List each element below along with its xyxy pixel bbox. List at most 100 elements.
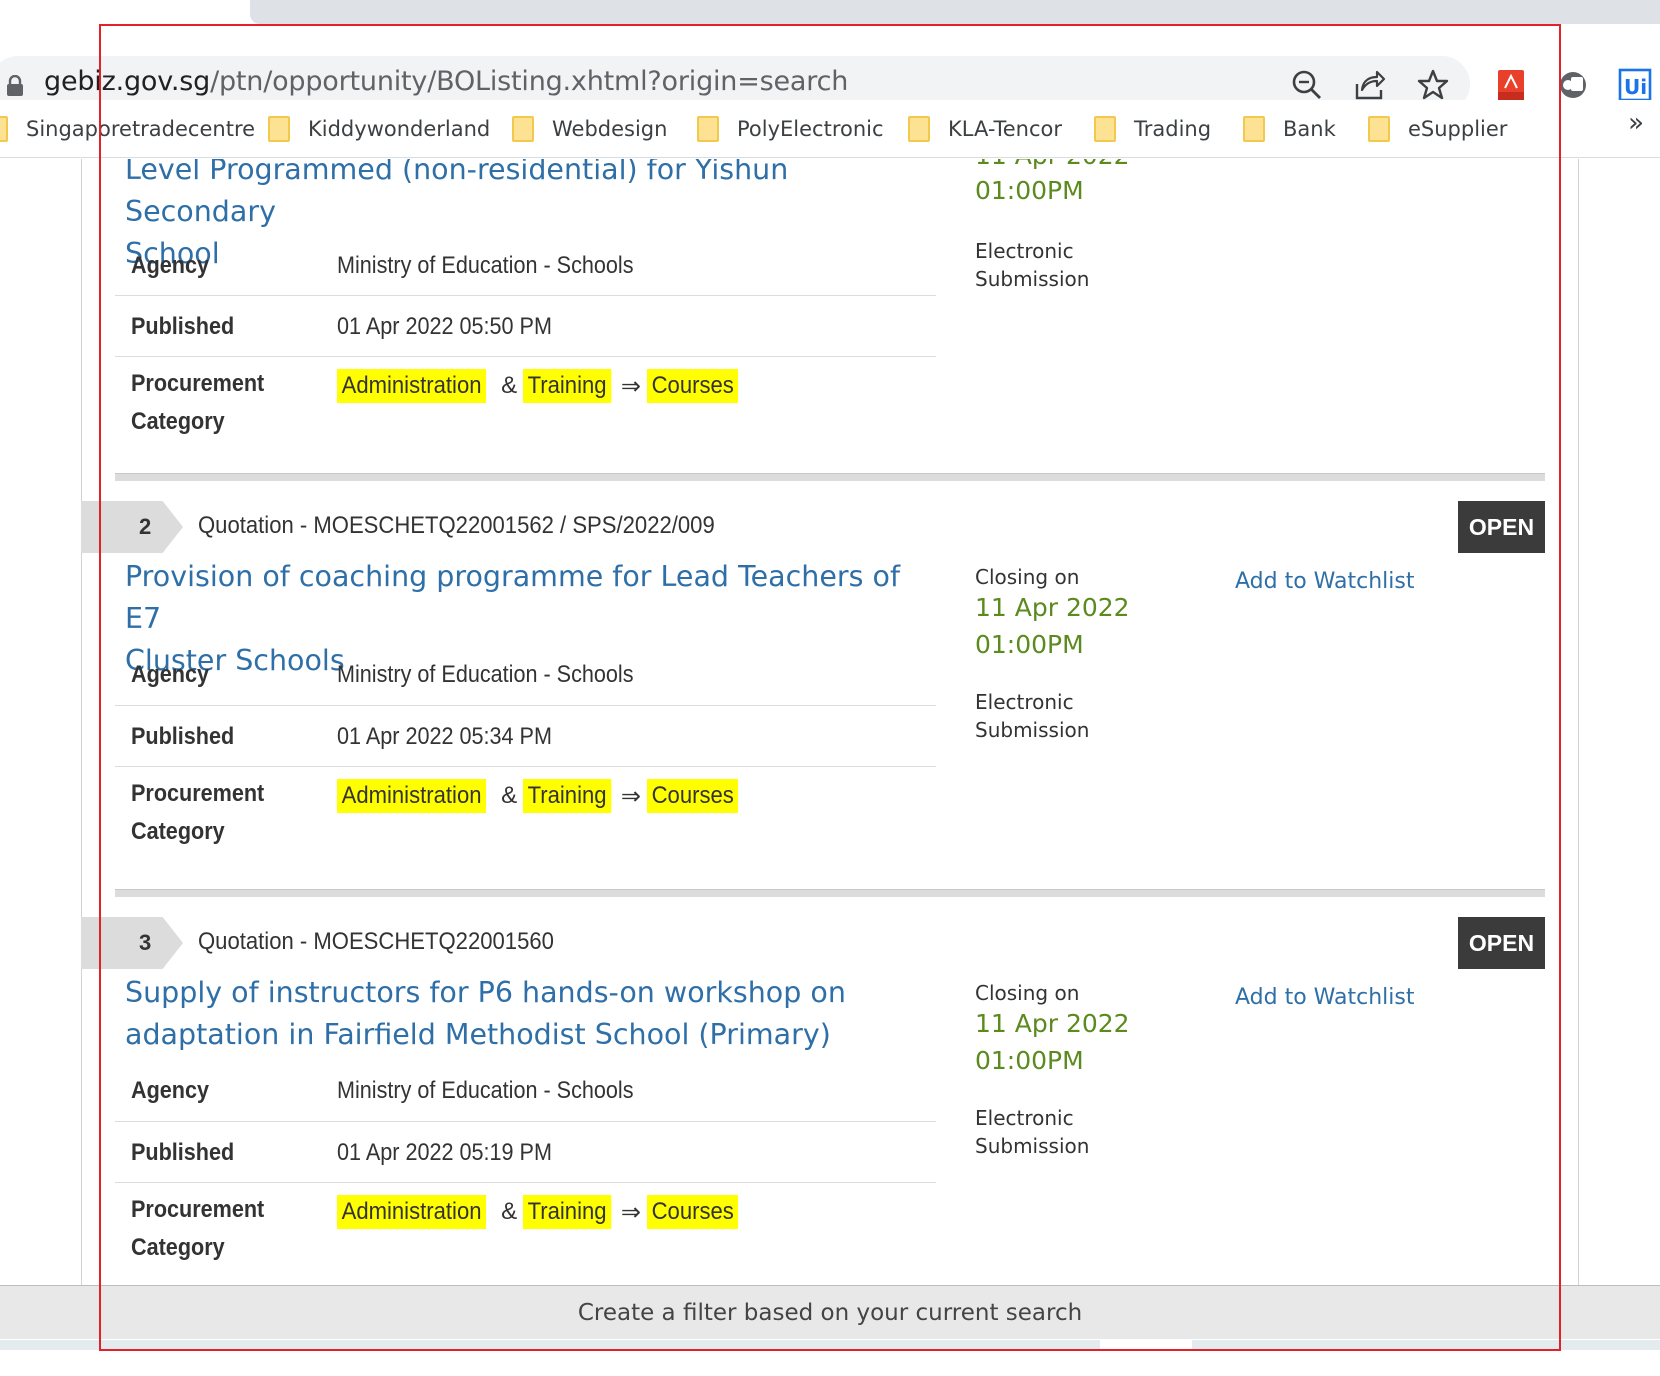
reference-number: Quotation - MOESCHETQ22001560 xyxy=(198,928,554,955)
bookmark-label: KLA-Tencor xyxy=(948,117,1063,141)
category-label-line: Procurement xyxy=(131,1196,265,1223)
agency-label: Agency xyxy=(131,252,210,279)
bookmark-bank[interactable]: Bank xyxy=(1243,112,1336,146)
submission-method: Electronic Submission xyxy=(975,1104,1089,1160)
listing-divider xyxy=(115,889,1545,897)
folder-icon xyxy=(697,116,719,142)
agency-row: Agency Ministry of Education - Schools xyxy=(115,236,936,296)
category-tags: Administration & Training ⇒ Courses xyxy=(337,369,746,403)
category-label-line: Category xyxy=(131,1234,225,1261)
submission-line: Submission xyxy=(975,267,1090,291)
opportunity-title-link[interactable]: Supply of instructors for P6 hands-on wo… xyxy=(125,972,925,1056)
category-tag: Administration xyxy=(337,1195,487,1229)
agency-row: Agency Ministry of Education - Schools xyxy=(115,645,936,706)
published-label: Published xyxy=(131,1139,235,1166)
folder-icon xyxy=(268,116,290,142)
submission-line: Submission xyxy=(975,1134,1090,1158)
horizontal-scrollbar[interactable] xyxy=(0,1340,1660,1350)
url-host: gebiz.gov.sg xyxy=(44,66,211,97)
closing-time: 01:00PM xyxy=(975,1046,1084,1075)
folder-icon xyxy=(1094,116,1116,142)
published-row: Published 01 Apr 2022 05:34 PM xyxy=(115,706,936,767)
content-border-right xyxy=(1578,159,1579,1285)
closing-label: Closing on xyxy=(975,981,1080,1005)
category-separator: & xyxy=(501,782,518,809)
url-path: /ptn/opportunity/BOListing.xhtml?origin=… xyxy=(210,66,849,97)
bookmark-trading[interactable]: Trading xyxy=(1094,112,1211,146)
bookmark-label: Singaporetradecentre xyxy=(26,117,256,141)
pdf-extension-icon[interactable] xyxy=(1494,68,1528,102)
category-tag: Courses xyxy=(647,369,739,403)
bookmark-kla-tencor[interactable]: KLA-Tencor xyxy=(908,112,1062,146)
scrollbar-thumb[interactable] xyxy=(1100,1340,1192,1350)
bookmark-webdesign[interactable]: Webdesign xyxy=(512,112,667,146)
folder-icon xyxy=(512,116,534,142)
closing-time: 01:00PM xyxy=(975,630,1084,659)
url-text[interactable]: gebiz.gov.sg/ptn/opportunity/BOListing.x… xyxy=(44,66,848,97)
category-tag: Administration xyxy=(337,369,487,403)
status-badge: OPEN xyxy=(1458,501,1545,553)
category-label: Procurement Category xyxy=(131,365,264,441)
submission-method: Electronic Submission xyxy=(975,237,1089,293)
listing-number: 2 xyxy=(81,501,183,553)
category-tags: Administration & Training ⇒ Courses xyxy=(337,779,746,813)
bookmark-esupplier[interactable]: eSupplier xyxy=(1368,112,1507,146)
bookmark-label: eSupplier xyxy=(1408,117,1508,141)
title-line: Level Programmed (non-residential) for Y… xyxy=(125,159,789,228)
bookmark-singaporetradecentre[interactable]: Singaporetradecentre xyxy=(0,112,255,146)
bookmark-star-icon[interactable] xyxy=(1416,68,1450,102)
category-label: Procurement Category xyxy=(131,1191,264,1267)
add-to-watchlist-link[interactable]: Add to Watchlist xyxy=(1235,569,1414,594)
category-row: Procurement Category Administration & Tr… xyxy=(115,767,936,863)
lock-icon[interactable] xyxy=(6,75,24,97)
category-label-line: Category xyxy=(131,408,225,435)
create-filter-button[interactable]: Create a filter based on your current se… xyxy=(0,1285,1660,1339)
title-line: Supply of instructors for P6 hands-on wo… xyxy=(125,976,846,1009)
folder-icon xyxy=(1368,116,1390,142)
bookmark-label: Trading xyxy=(1134,117,1212,141)
agency-value: Ministry of Education - Schools xyxy=(337,1077,634,1104)
submission-method: Electronic Submission xyxy=(975,688,1089,744)
category-row: Procurement Category Administration & Tr… xyxy=(115,357,936,453)
title-line: Provision of coaching programme for Lead… xyxy=(125,560,900,635)
share-icon[interactable] xyxy=(1353,68,1387,102)
published-value: 01 Apr 2022 05:34 PM xyxy=(337,723,552,750)
category-tag: Training xyxy=(523,1195,612,1229)
published-value: 01 Apr 2022 05:50 PM xyxy=(337,313,552,340)
category-tag: Training xyxy=(523,779,612,813)
listing-page: Level Programmed (non-residential) for Y… xyxy=(0,159,1660,1285)
category-tag: Training xyxy=(523,369,612,403)
content-border-left xyxy=(81,159,82,1285)
closing-label: Closing on xyxy=(975,565,1080,589)
extension-icon[interactable] xyxy=(1556,68,1590,102)
submission-line: Electronic xyxy=(975,239,1074,263)
folder-icon xyxy=(1243,116,1265,142)
closing-time: 01:00PM xyxy=(975,176,1084,205)
bookmarks-bar: Singaporetradecentre Kiddywonderland Web… xyxy=(0,100,1660,158)
category-arrow: ⇒ xyxy=(620,782,642,810)
more-bookmarks-button[interactable]: » xyxy=(1628,108,1644,138)
category-separator: & xyxy=(501,372,518,399)
category-tag: Courses xyxy=(647,779,739,813)
bookmark-polyelectronic[interactable]: PolyElectronic xyxy=(697,112,884,146)
submission-line: Electronic xyxy=(975,690,1074,714)
add-to-watchlist-link[interactable]: Add to Watchlist xyxy=(1235,985,1414,1010)
title-line: adaptation in Fairfield Methodist School… xyxy=(125,1018,831,1051)
published-row: Published 01 Apr 2022 05:19 PM xyxy=(115,1122,936,1183)
uipath-extension-icon[interactable]: Ui xyxy=(1618,68,1652,102)
published-row: Published 01 Apr 2022 05:50 PM xyxy=(115,296,936,357)
listing-number: 3 xyxy=(81,917,183,969)
listing-divider xyxy=(115,473,1545,481)
svg-text:Ui: Ui xyxy=(1624,75,1647,99)
submission-line: Submission xyxy=(975,718,1090,742)
category-label: Procurement Category xyxy=(131,775,264,851)
inactive-tab[interactable] xyxy=(250,0,1660,24)
zoom-icon[interactable] xyxy=(1290,68,1324,102)
category-tag: Courses xyxy=(647,1195,739,1229)
bookmark-kiddywonderland[interactable]: Kiddywonderland xyxy=(268,112,490,146)
folder-icon xyxy=(0,116,8,142)
category-arrow: ⇒ xyxy=(620,1198,642,1226)
bookmark-label: Webdesign xyxy=(552,117,668,141)
reference-number: Quotation - MOESCHETQ22001562 / SPS/2022… xyxy=(198,512,715,539)
category-row: Procurement Category Administration & Tr… xyxy=(115,1183,936,1279)
